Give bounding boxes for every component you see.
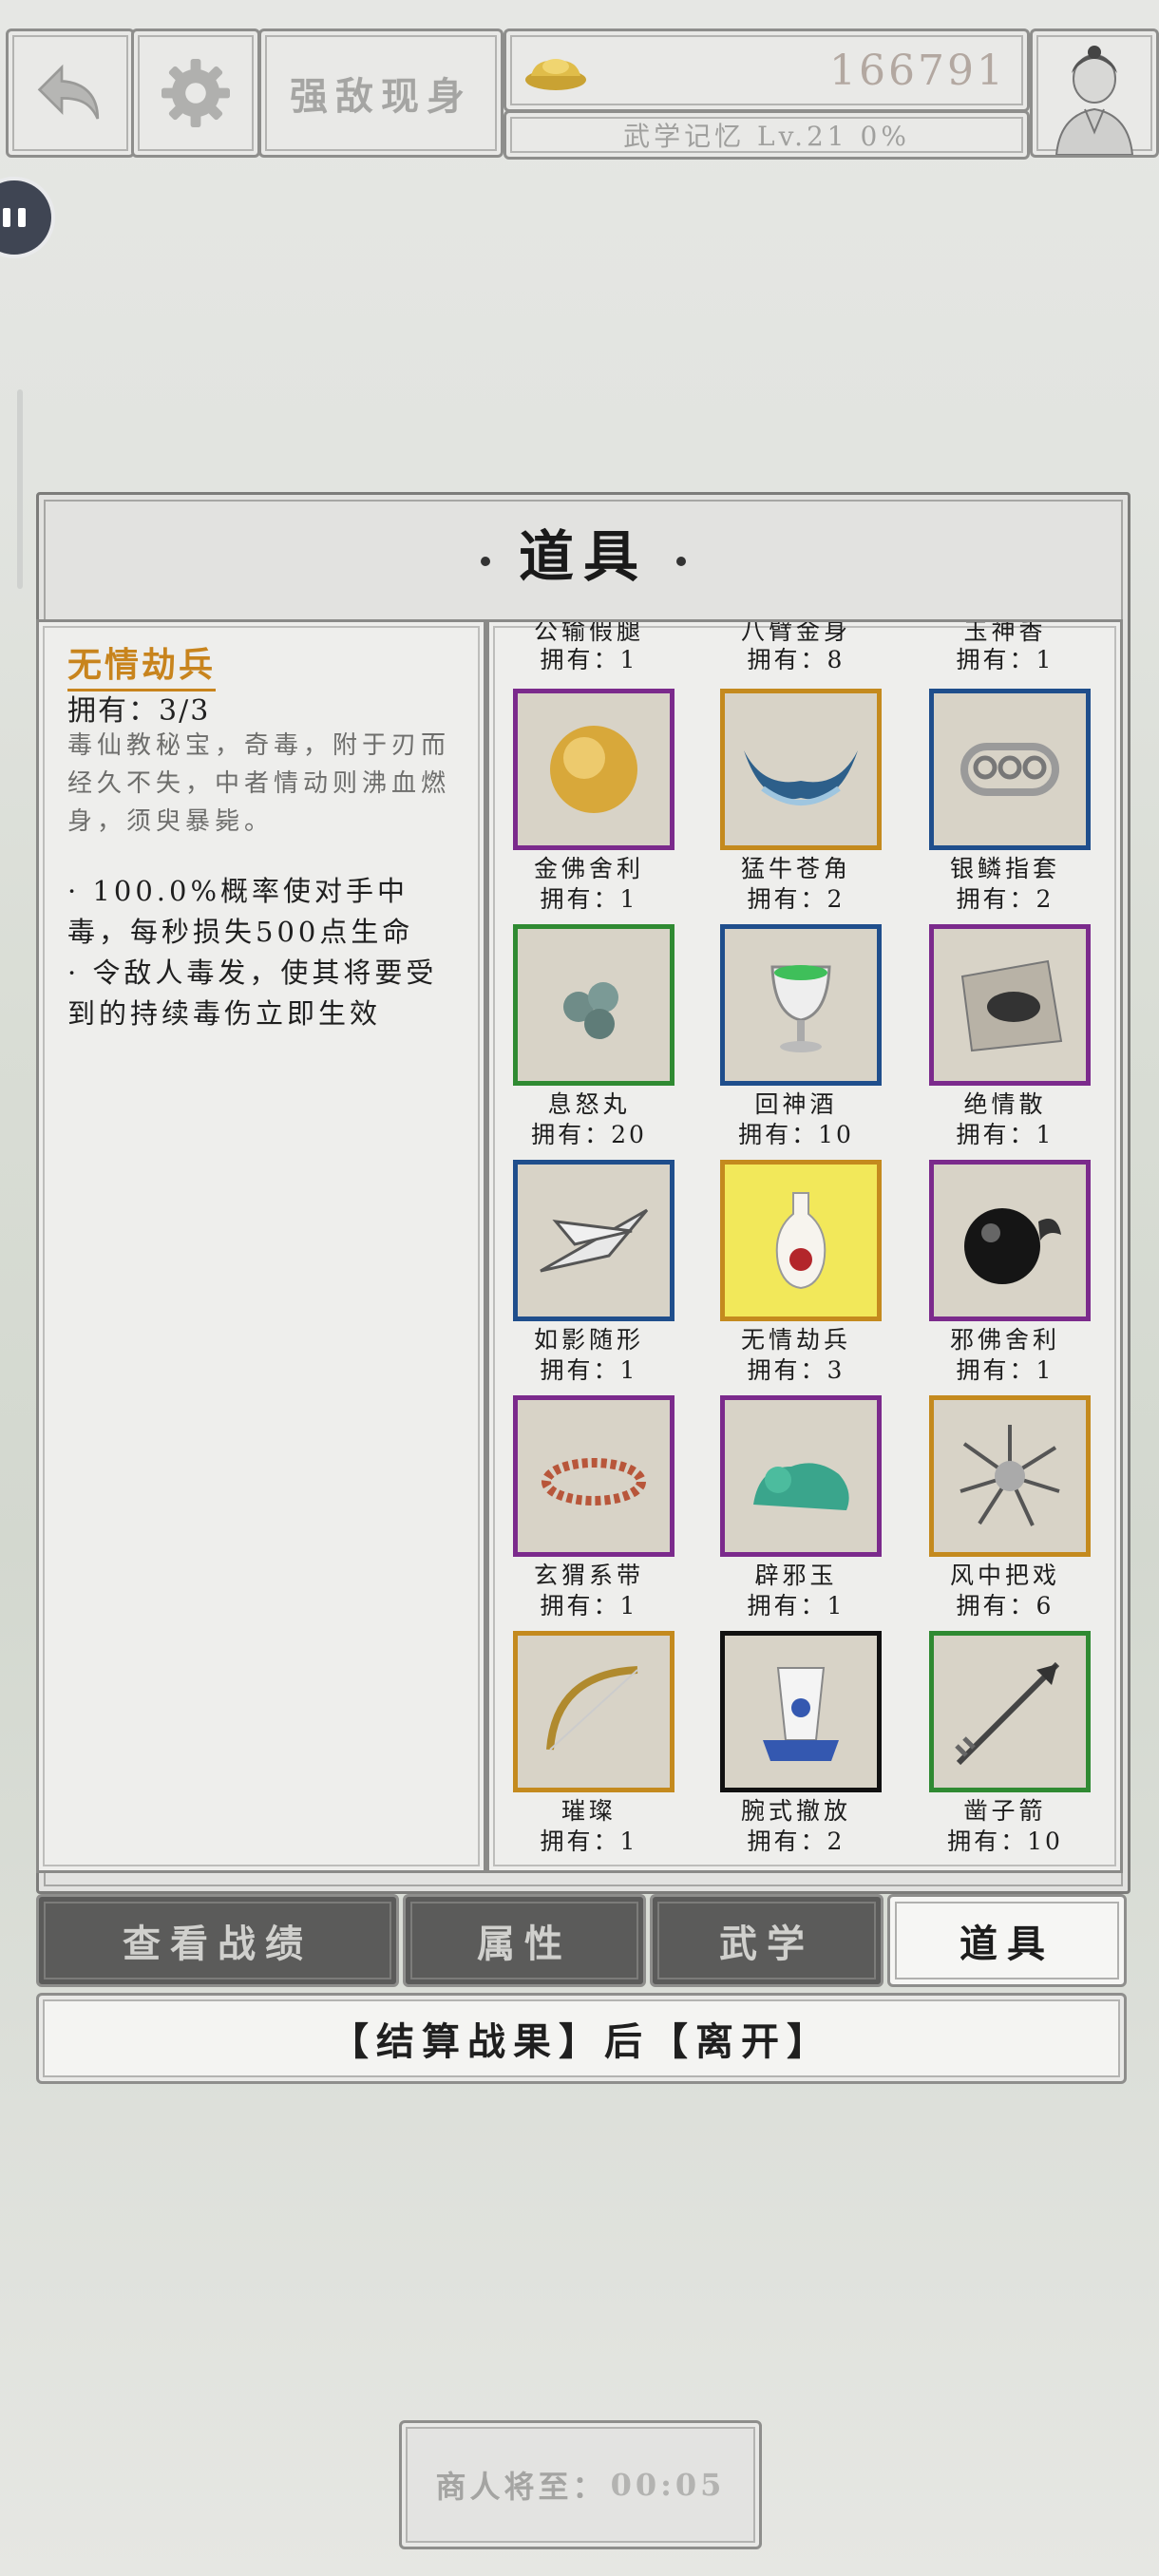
- item-owned-label: 拥有：20: [531, 1121, 647, 1148]
- item-detail-pane: 无情劫兵 拥有：3/3 毒仙教秘宝，奇毒，附于刃而经久不失，中者情动则沸血燃身，…: [36, 619, 486, 1873]
- settings-button[interactable]: [131, 28, 260, 158]
- item-label: 风中把戏: [949, 1562, 1060, 1589]
- pause-icon: [3, 208, 10, 227]
- merchant-timer: 00:05: [610, 2467, 726, 2503]
- brass-knuckles-icon: [960, 743, 1059, 796]
- scroll-indicator: [17, 389, 23, 589]
- item-owned-label: 拥有：1: [540, 885, 638, 913]
- tab-items[interactable]: 道具: [887, 1894, 1127, 1987]
- item-icon-frame[interactable]: [929, 1395, 1091, 1557]
- item-icon-frame[interactable]: [513, 1395, 674, 1557]
- item-label: 绝情散: [963, 1090, 1047, 1118]
- item-label: 腕式撤放: [740, 1797, 851, 1825]
- item-grid[interactable]: 公输假腿 拥有：1 八臂金身 拥有：8 玉神香 拥有：1 金佛舍利 拥有：1 猛牛苍…: [486, 619, 1123, 1873]
- item-icon-frame[interactable]: [720, 689, 882, 850]
- gold-ingot-icon: [525, 59, 586, 90]
- back-button[interactable]: [6, 28, 135, 158]
- item-owned-label: 拥有：1: [956, 1121, 1054, 1148]
- porcelain-bracer-icon: [763, 1667, 839, 1761]
- item-owned-label: 拥有：1: [747, 1592, 846, 1619]
- item-owned-label: 拥有：10: [738, 1121, 854, 1148]
- pause-button[interactable]: [0, 177, 55, 258]
- item-icon-frame[interactable]: [720, 1160, 882, 1321]
- item-owned-label: 拥有：1: [540, 1828, 638, 1855]
- blade-fan-icon: [960, 1425, 1060, 1526]
- pause-icon-bar: [18, 208, 26, 227]
- item-label: 无情劫兵: [740, 1326, 851, 1354]
- gold-amount: 166791: [829, 46, 1006, 95]
- item-owned-label: 拥有：2: [747, 1828, 846, 1855]
- bead-bracelet-icon: [542, 1458, 646, 1506]
- arrow-icon: [955, 1661, 1060, 1766]
- item-label: 邪佛舍利: [949, 1326, 1060, 1354]
- avatar-portrait-icon: [1054, 46, 1134, 155]
- powder-paper-icon: [960, 959, 1063, 1052]
- item-icon-frame[interactable]: [720, 1395, 882, 1557]
- item-icon-frame[interactable]: [513, 1160, 674, 1321]
- item-label: 银鳞指套: [949, 855, 1060, 882]
- item-owned-label: 拥有：2: [956, 885, 1054, 913]
- item-owned-label: 拥有：3: [747, 1356, 846, 1384]
- panel-title-text: 道具: [518, 524, 648, 589]
- title-dot-right: [676, 557, 686, 566]
- pills-icon: [563, 982, 618, 1039]
- item-owned-label: 拥有：10: [947, 1828, 1063, 1855]
- item-label: 璀璨: [560, 1797, 617, 1825]
- item-icon-frame[interactable]: [513, 689, 674, 850]
- item-owned-label: 拥有：8: [747, 646, 846, 673]
- item-owned-label: 拥有：1: [540, 646, 638, 673]
- item-icon-frame[interactable]: [929, 1631, 1091, 1792]
- item-icon-frame[interactable]: [929, 924, 1091, 1086]
- title-dot-left: [480, 557, 490, 566]
- item-icon-frame[interactable]: [513, 1631, 674, 1792]
- merchant-label: 商人将至：: [435, 2469, 607, 2505]
- black-relic-icon: [964, 1208, 1061, 1284]
- jade-beast-icon: [753, 1463, 849, 1510]
- item-icon-frame[interactable]: [513, 924, 674, 1086]
- item-label: 玄猬系带: [533, 1562, 644, 1589]
- item-label: 金佛舍利: [533, 855, 644, 882]
- item-description: 毒仙教秘宝，奇毒，附于刃而经久不失，中者情动则沸血燃身，须臾暴毙。: [67, 731, 451, 836]
- character-avatar[interactable]: [1030, 28, 1159, 158]
- tab-attributes[interactable]: 属性: [403, 1894, 646, 1987]
- item-label: 息怒丸: [547, 1090, 631, 1118]
- merchant-countdown: 商人将至： 00:05: [399, 2420, 762, 2549]
- item-label: 猛牛苍角: [740, 855, 851, 882]
- item-owned-label: 拥有：6: [956, 1592, 1054, 1619]
- wine-goblet-icon: [770, 965, 831, 1052]
- gold-display: 166791: [504, 28, 1030, 112]
- item-owned-label: 拥有：1: [540, 1356, 638, 1384]
- item-label: 回神酒: [754, 1090, 838, 1118]
- item-owned-count: 拥有：3/3: [67, 694, 211, 728]
- golden-relic-icon: [550, 726, 637, 813]
- gear-icon: [162, 59, 230, 127]
- item-owned-label: 拥有：1: [540, 1592, 638, 1619]
- enemy-appears-button[interactable]: 强敌现身: [258, 28, 504, 158]
- panel-title: 道具: [39, 512, 1128, 592]
- throwing-darts-icon: [540, 1208, 649, 1273]
- item-label: 如影随形: [533, 1326, 644, 1354]
- item-icon-frame[interactable]: [720, 924, 882, 1086]
- item-icon-frame[interactable]: [929, 689, 1091, 850]
- ox-horn-icon: [744, 750, 858, 805]
- poison-vase-icon: [775, 1192, 826, 1290]
- golden-bow-icon: [546, 1666, 638, 1751]
- item-owned-label: 拥有：1: [956, 1356, 1054, 1384]
- item-owned-label: 拥有：1: [956, 646, 1054, 673]
- item-icon-frame[interactable]: [929, 1160, 1091, 1321]
- item-owned-label: 拥有：2: [747, 885, 846, 913]
- settle-and-leave-button[interactable]: 【结算战果】后【离开】: [36, 1993, 1127, 2084]
- item-icon-frame[interactable]: [720, 1631, 882, 1792]
- item-label: 辟邪玉: [754, 1562, 838, 1589]
- martial-memory-level: 武学记忆 Lv.21 0%: [504, 110, 1030, 160]
- back-arrow-icon: [37, 64, 100, 120]
- tab-martial[interactable]: 武学: [650, 1894, 884, 1987]
- tab-record[interactable]: 查看战绩: [36, 1894, 399, 1987]
- item-label: 凿子箭: [963, 1797, 1047, 1825]
- item-name: 无情劫兵: [67, 637, 217, 691]
- item-effect: · 100.0%概率使对手中毒，每秒损失500点生命 · 令敌人毒发，使其将要受…: [67, 875, 438, 1030]
